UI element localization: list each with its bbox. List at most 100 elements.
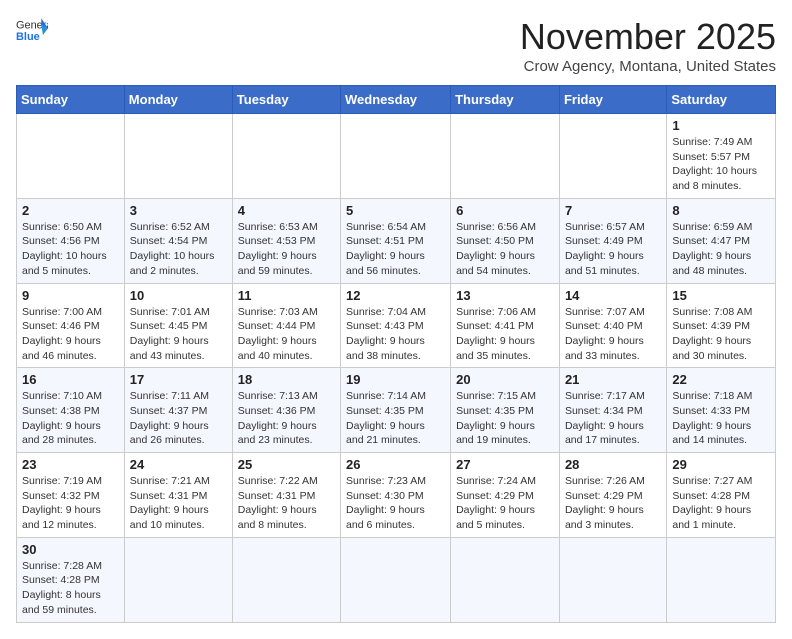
calendar-cell: 21 Sunrise: 7:17 AMSunset: 4:34 PMDayligh… — [559, 368, 666, 453]
calendar-cell — [451, 114, 560, 199]
day-info: Sunrise: 7:49 AMSunset: 5:57 PMDaylight:… — [672, 136, 757, 192]
logo-icon: General Blue — [16, 16, 48, 44]
day-info: Sunrise: 6:54 AMSunset: 4:51 PMDaylight:… — [346, 221, 426, 277]
day-info: Sunrise: 6:56 AMSunset: 4:50 PMDaylight:… — [456, 221, 536, 277]
day-info: Sunrise: 6:53 AMSunset: 4:53 PMDaylight:… — [238, 221, 318, 277]
day-number: 1 — [672, 118, 770, 133]
day-number: 2 — [22, 203, 119, 218]
weekday-header-saturday: Saturday — [667, 86, 776, 114]
svg-text:Blue: Blue — [16, 31, 40, 43]
calendar-cell: 10 Sunrise: 7:01 AMSunset: 4:45 PMDayligh… — [124, 283, 232, 368]
subtitle: Crow Agency, Montana, United States — [520, 58, 776, 75]
day-info: Sunrise: 7:23 AMSunset: 4:30 PMDaylight:… — [346, 475, 426, 531]
day-info: Sunrise: 6:57 AMSunset: 4:49 PMDaylight:… — [565, 221, 645, 277]
calendar-cell: 11Sunrise: 7:03 AMSunset: 4:44 PMDayligh… — [232, 283, 340, 368]
weekday-header-wednesday: Wednesday — [341, 86, 451, 114]
day-info: Sunrise: 6:52 AMSunset: 4:54 PMDaylight:… — [130, 221, 215, 277]
day-info: Sunrise: 7:22 AMSunset: 4:31 PMDaylight:… — [238, 475, 318, 531]
calendar-cell: 14Sunrise: 7:07 AMSunset: 4:40 PMDayligh… — [559, 283, 666, 368]
day-info: Sunrise: 7:21 AMSunset: 4:31 PMDaylight:… — [130, 475, 210, 531]
calendar-cell: 7Sunrise: 6:57 AMSunset: 4:49 PMDaylight… — [559, 198, 666, 283]
day-info: Sunrise: 7:18 AMSunset: 4:33 PMDaylight:… — [672, 390, 752, 446]
calendar-cell: 25 Sunrise: 7:22 AMSunset: 4:31 PMDayligh… — [232, 453, 340, 538]
day-number: 6 — [456, 203, 554, 218]
calendar-cell: 29Sunrise: 7:27 AMSunset: 4:28 PMDayligh… — [667, 453, 776, 538]
day-info: Sunrise: 7:27 AMSunset: 4:28 PMDaylight:… — [672, 475, 752, 531]
calendar-cell: 13 Sunrise: 7:06 AMSunset: 4:41 PMDayligh… — [451, 283, 560, 368]
calendar-cell: 3 Sunrise: 6:52 AMSunset: 4:54 PMDaylight… — [124, 198, 232, 283]
day-number: 3 — [130, 203, 227, 218]
calendar-week-2: 2Sunrise: 6:50 AMSunset: 4:56 PMDaylight… — [17, 198, 776, 283]
day-info: Sunrise: 7:15 AMSunset: 4:35 PMDaylight:… — [456, 390, 536, 446]
day-number: 24 — [130, 457, 227, 472]
day-info: Sunrise: 7:13 AMSunset: 4:36 PMDaylight:… — [238, 390, 318, 446]
calendar-cell: 30 Sunrise: 7:28 AMSunset: 4:28 PMDayligh… — [17, 537, 125, 622]
day-number: 30 — [22, 542, 119, 557]
calendar-cell: 20 Sunrise: 7:15 AMSunset: 4:35 PMDayligh… — [451, 368, 560, 453]
calendar-cell: 22 Sunrise: 7:18 AMSunset: 4:33 PMDayligh… — [667, 368, 776, 453]
calendar-cell: 12Sunrise: 7:04 AMSunset: 4:43 PMDayligh… — [341, 283, 451, 368]
calendar-week-1: 1 Sunrise: 7:49 AMSunset: 5:57 PMDaylight… — [17, 114, 776, 199]
calendar-cell: 6 Sunrise: 6:56 AMSunset: 4:50 PMDaylight… — [451, 198, 560, 283]
day-info: Sunrise: 7:28 AMSunset: 4:28 PMDaylight:… — [22, 560, 102, 616]
calendar-cell — [559, 114, 666, 199]
day-info: Sunrise: 7:03 AMSunset: 4:44 PMDaylight:… — [238, 306, 318, 362]
calendar-cell — [341, 537, 451, 622]
day-number: 22 — [672, 372, 770, 387]
calendar-cell — [341, 114, 451, 199]
calendar-cell: 17Sunrise: 7:11 AMSunset: 4:37 PMDayligh… — [124, 368, 232, 453]
calendar-cell: 1 Sunrise: 7:49 AMSunset: 5:57 PMDaylight… — [667, 114, 776, 199]
logo: General Blue — [16, 16, 48, 44]
day-number: 10 — [130, 288, 227, 303]
day-number: 4 — [238, 203, 335, 218]
day-number: 5 — [346, 203, 445, 218]
day-info: Sunrise: 7:11 AMSunset: 4:37 PMDaylight:… — [130, 390, 209, 446]
day-number: 18 — [238, 372, 335, 387]
weekday-header-sunday: Sunday — [17, 86, 125, 114]
month-title: November 2025 — [520, 16, 776, 58]
calendar-cell: 26Sunrise: 7:23 AMSunset: 4:30 PMDayligh… — [341, 453, 451, 538]
weekday-header-monday: Monday — [124, 86, 232, 114]
day-number: 15 — [672, 288, 770, 303]
day-info: Sunrise: 7:08 AMSunset: 4:39 PMDaylight:… — [672, 306, 752, 362]
calendar-week-6: 30 Sunrise: 7:28 AMSunset: 4:28 PMDayligh… — [17, 537, 776, 622]
calendar-cell: 2Sunrise: 6:50 AMSunset: 4:56 PMDaylight… — [17, 198, 125, 283]
day-info: Sunrise: 7:24 AMSunset: 4:29 PMDaylight:… — [456, 475, 536, 531]
calendar-cell: 28 Sunrise: 7:26 AMSunset: 4:29 PMDayligh… — [559, 453, 666, 538]
calendar: SundayMondayTuesdayWednesdayThursdayFrid… — [16, 85, 776, 623]
day-info: Sunrise: 7:00 AMSunset: 4:46 PMDaylight:… — [22, 306, 102, 362]
weekday-header-tuesday: Tuesday — [232, 86, 340, 114]
calendar-cell: 19Sunrise: 7:14 AMSunset: 4:35 PMDayligh… — [341, 368, 451, 453]
day-number: 9 — [22, 288, 119, 303]
day-number: 28 — [565, 457, 661, 472]
day-info: Sunrise: 7:10 AMSunset: 4:38 PMDaylight:… — [22, 390, 102, 446]
calendar-cell: 27Sunrise: 7:24 AMSunset: 4:29 PMDayligh… — [451, 453, 560, 538]
calendar-cell: 4 Sunrise: 6:53 AMSunset: 4:53 PMDaylight… — [232, 198, 340, 283]
day-info: Sunrise: 7:19 AMSunset: 4:32 PMDaylight:… — [22, 475, 102, 531]
day-number: 8 — [672, 203, 770, 218]
day-info: Sunrise: 7:26 AMSunset: 4:29 PMDaylight:… — [565, 475, 645, 531]
calendar-week-3: 9 Sunrise: 7:00 AMSunset: 4:46 PMDaylight… — [17, 283, 776, 368]
day-number: 25 — [238, 457, 335, 472]
calendar-cell: 9 Sunrise: 7:00 AMSunset: 4:46 PMDaylight… — [17, 283, 125, 368]
calendar-cell: 5 Sunrise: 6:54 AMSunset: 4:51 PMDaylight… — [341, 198, 451, 283]
calendar-cell: 18 Sunrise: 7:13 AMSunset: 4:36 PMDayligh… — [232, 368, 340, 453]
calendar-cell — [667, 537, 776, 622]
day-info: Sunrise: 7:06 AMSunset: 4:41 PMDaylight:… — [456, 306, 536, 362]
day-number: 20 — [456, 372, 554, 387]
day-info: Sunrise: 7:07 AMSunset: 4:40 PMDaylight:… — [565, 306, 645, 362]
header: General Blue November 2025 Crow Agency, … — [16, 16, 776, 75]
day-info: Sunrise: 7:17 AMSunset: 4:34 PMDaylight:… — [565, 390, 645, 446]
calendar-week-5: 23Sunrise: 7:19 AMSunset: 4:32 PMDayligh… — [17, 453, 776, 538]
day-number: 21 — [565, 372, 661, 387]
weekday-header-row: SundayMondayTuesdayWednesdayThursdayFrid… — [17, 86, 776, 114]
calendar-cell: 8Sunrise: 6:59 AMSunset: 4:47 PMDaylight… — [667, 198, 776, 283]
title-area: November 2025 Crow Agency, Montana, Unit… — [520, 16, 776, 75]
calendar-week-4: 16 Sunrise: 7:10 AMSunset: 4:38 PMDayligh… — [17, 368, 776, 453]
calendar-cell — [124, 537, 232, 622]
calendar-cell: 24 Sunrise: 7:21 AMSunset: 4:31 PMDayligh… — [124, 453, 232, 538]
weekday-header-thursday: Thursday — [451, 86, 560, 114]
day-number: 13 — [456, 288, 554, 303]
day-info: Sunrise: 7:01 AMSunset: 4:45 PMDaylight:… — [130, 306, 210, 362]
day-number: 16 — [22, 372, 119, 387]
